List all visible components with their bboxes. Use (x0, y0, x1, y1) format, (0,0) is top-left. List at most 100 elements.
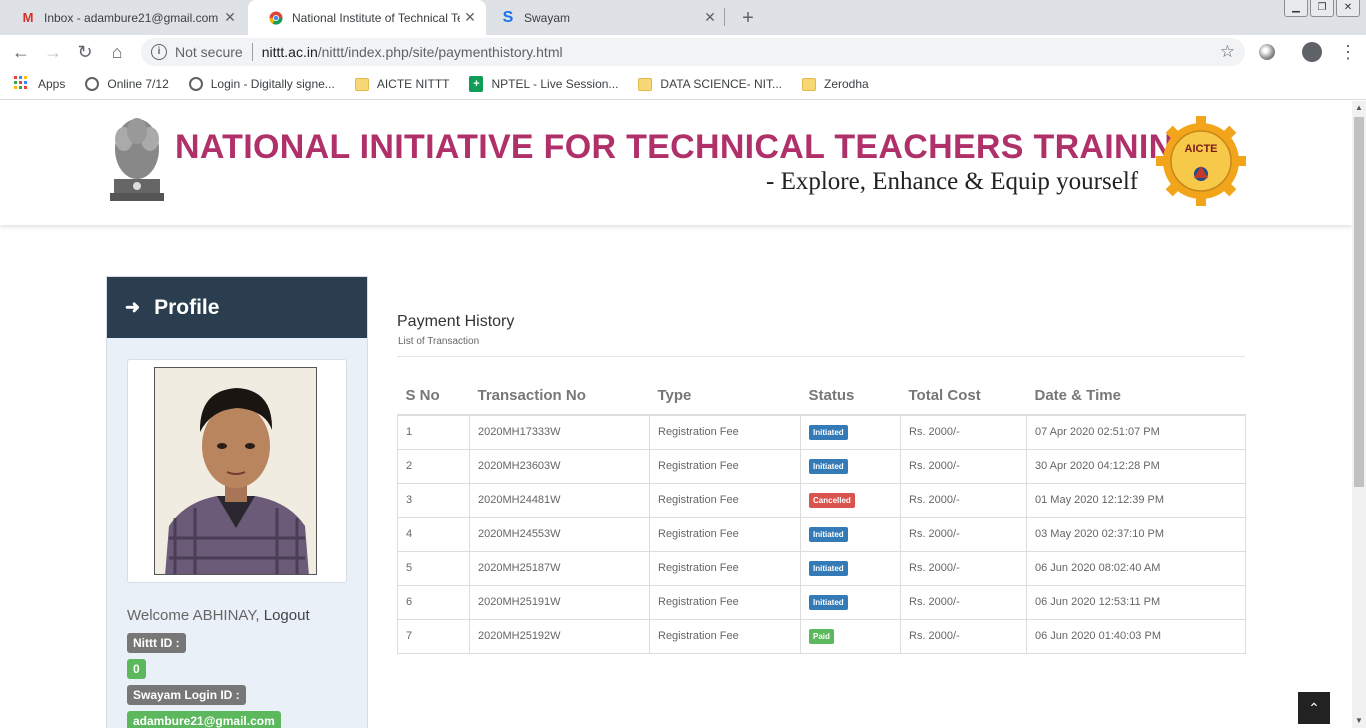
reload-button[interactable]: ↻ (73, 40, 97, 64)
scrollbar-thumb[interactable] (1354, 117, 1364, 487)
fee-type: Registration Fee (649, 584, 801, 620)
site-header: NATIONAL INITIATIVE FOR TECHNICAL TEACHE… (0, 101, 1352, 225)
status-badge: Initiated (809, 526, 848, 542)
table-row: 3 2020MH24481W Registration Fee Cancelled Rs… (397, 482, 1246, 518)
bookmark-online-712[interactable]: Online 7/12 (85, 77, 169, 91)
status-badge: Cancelled (809, 492, 855, 508)
transaction-number: 2020MH25192W (469, 618, 650, 654)
browser-tab-bar: M Inbox - adambure21@gmail.com - G ✕ Nat… (0, 0, 1366, 35)
profile-heading: ➜ Profile (107, 277, 367, 338)
new-tab-button[interactable]: + (738, 7, 758, 30)
web-page: NATIONAL INITIATIVE FOR TECHNICAL TEACHE… (0, 101, 1352, 728)
bookmark-zerodha[interactable]: Zerodha (802, 77, 869, 91)
serial-number: 6 (397, 584, 470, 620)
aicte-logo: AICTE (1156, 116, 1246, 206)
fee-type: Registration Fee (649, 550, 801, 586)
profile-heading-label: Profile (154, 295, 220, 319)
close-window-button[interactable]: ✕ (1336, 0, 1360, 17)
url-path: /nittt/index.php/site/paymenthistory.htm… (317, 44, 563, 60)
date-time: 01 May 2020 12:12:39 PM (1026, 482, 1246, 518)
swayam-login-value: adambure21@gmail.com (127, 711, 281, 728)
back-button[interactable]: ← (9, 40, 33, 64)
logout-link[interactable]: Logout (264, 607, 310, 624)
bookmark-login-digitally-signed[interactable]: Login - Digitally signe... (188, 77, 335, 91)
info-icon[interactable]: i (151, 44, 167, 60)
bookmark-label: AICTE NITTT (376, 77, 450, 91)
date-time: 06 Jun 2020 12:53:11 PM (1026, 584, 1246, 620)
tab-nittt[interactable]: National Institute of Technical Teach ✕ (248, 0, 486, 35)
welcome-text: Welcome ABHINAY, Logout (127, 607, 310, 624)
minimize-button[interactable]: ▁ (1284, 0, 1308, 17)
security-label: Not secure (175, 44, 243, 60)
status-cell: Cancelled (800, 482, 901, 518)
bookmark-label: Login - Digitally signe... (210, 77, 335, 91)
menu-kebab-icon[interactable]: ⋮ (1336, 40, 1360, 64)
table-body: 1 2020MH17333W Registration Fee Initiated Rs… (397, 414, 1246, 654)
fee-type: Registration Fee (649, 414, 801, 450)
home-button[interactable]: ⌂ (105, 40, 129, 64)
folder-icon (638, 77, 653, 91)
total-cost: Rs. 2000/- (900, 618, 1027, 654)
sign-in-arrow-icon: ➜ (125, 297, 141, 317)
bookmark-label: Apps (38, 77, 66, 91)
status-cell: Initiated (800, 448, 901, 484)
total-cost: Rs. 2000/- (900, 414, 1027, 450)
sheets-icon: + (469, 76, 484, 92)
nittt-id-value: 0 (127, 659, 146, 679)
close-tab-icon[interactable]: ✕ (220, 9, 240, 26)
status-badge: Initiated (809, 560, 848, 576)
scroll-to-top-button[interactable]: ⌃ (1298, 692, 1330, 724)
total-cost: Rs. 2000/- (900, 448, 1027, 484)
close-tab-icon[interactable]: ✕ (700, 9, 720, 26)
bookmark-label: Online 7/12 (107, 77, 169, 91)
tab-separator (724, 8, 725, 26)
transaction-number: 2020MH24553W (469, 516, 650, 552)
total-cost: Rs. 2000/- (900, 482, 1027, 518)
page-scrollbar[interactable]: ▲ ▼ (1352, 101, 1366, 728)
welcome-label: Welcome ABHINAY, (127, 607, 260, 624)
forward-button[interactable]: → (41, 40, 65, 64)
column-header: Transaction No (469, 381, 650, 416)
swayam-icon: S (502, 8, 514, 26)
status-badge: Initiated (809, 424, 848, 440)
gmail-icon: M (22, 10, 34, 25)
bookmark-star-icon[interactable]: ☆ (1220, 42, 1235, 62)
address-bar[interactable]: i Not secure nittt.ac.in/nittt/index.php… (141, 38, 1245, 66)
table-header-row: S No Transaction No Type Status Total Co… (397, 381, 1246, 416)
status-cell: Initiated (800, 414, 901, 450)
restore-button[interactable]: ❐ (1310, 0, 1334, 17)
tab-gmail-inbox[interactable]: M Inbox - adambure21@gmail.com - G ✕ (0, 0, 246, 35)
transaction-number: 2020MH17333W (469, 414, 650, 450)
bookmark-label: DATA SCIENCE- NIT... (660, 77, 782, 91)
folder-icon (354, 77, 369, 91)
bookmark-nptel-live[interactable]: + NPTEL - Live Session... (469, 76, 618, 92)
serial-number: 1 (397, 414, 470, 450)
tab-swayam[interactable]: S Swayam ✕ (480, 0, 726, 35)
close-tab-icon[interactable]: ✕ (460, 9, 480, 26)
tab-title: Swayam (524, 10, 571, 25)
bookmark-data-science[interactable]: DATA SCIENCE- NIT... (638, 77, 782, 91)
date-time: 06 Jun 2020 08:02:40 AM (1026, 550, 1246, 586)
status-cell: Initiated (800, 584, 901, 620)
table-row: 5 2020MH25187W Registration Fee Initiated Rs… (397, 550, 1246, 586)
bookmark-apps[interactable]: Apps (14, 76, 65, 92)
fee-type: Registration Fee (649, 482, 801, 518)
scroll-up-arrow-icon[interactable]: ▲ (1352, 101, 1366, 115)
serial-number: 3 (397, 482, 470, 518)
transaction-number: 2020MH25191W (469, 584, 650, 620)
date-time: 06 Jun 2020 01:40:03 PM (1026, 618, 1246, 654)
extension-icon[interactable] (1259, 44, 1275, 60)
total-cost: Rs. 2000/- (900, 550, 1027, 586)
site-tagline: - Explore, Enhance & Equip yourself (766, 168, 1139, 195)
date-time: 30 Apr 2020 04:12:28 PM (1026, 448, 1246, 484)
window-controls: ▁ ❐ ✕ (1284, 0, 1360, 17)
scroll-down-arrow-icon[interactable]: ▼ (1352, 714, 1366, 728)
profile-avatar-icon[interactable] (1302, 42, 1322, 62)
transaction-number: 2020MH24481W (469, 482, 650, 518)
tab-title: Inbox - adambure21@gmail.com - G (44, 10, 220, 25)
bookmark-aicte-nittt[interactable]: AICTE NITTT (354, 77, 450, 91)
status-badge: Initiated (809, 458, 848, 474)
browser-toolbar: ← → ↻ ⌂ i Not secure nittt.ac.in/nittt/i… (0, 35, 1366, 69)
bookmark-label: NPTEL - Live Session... (491, 77, 619, 91)
bookmark-label: Zerodha (824, 77, 869, 91)
